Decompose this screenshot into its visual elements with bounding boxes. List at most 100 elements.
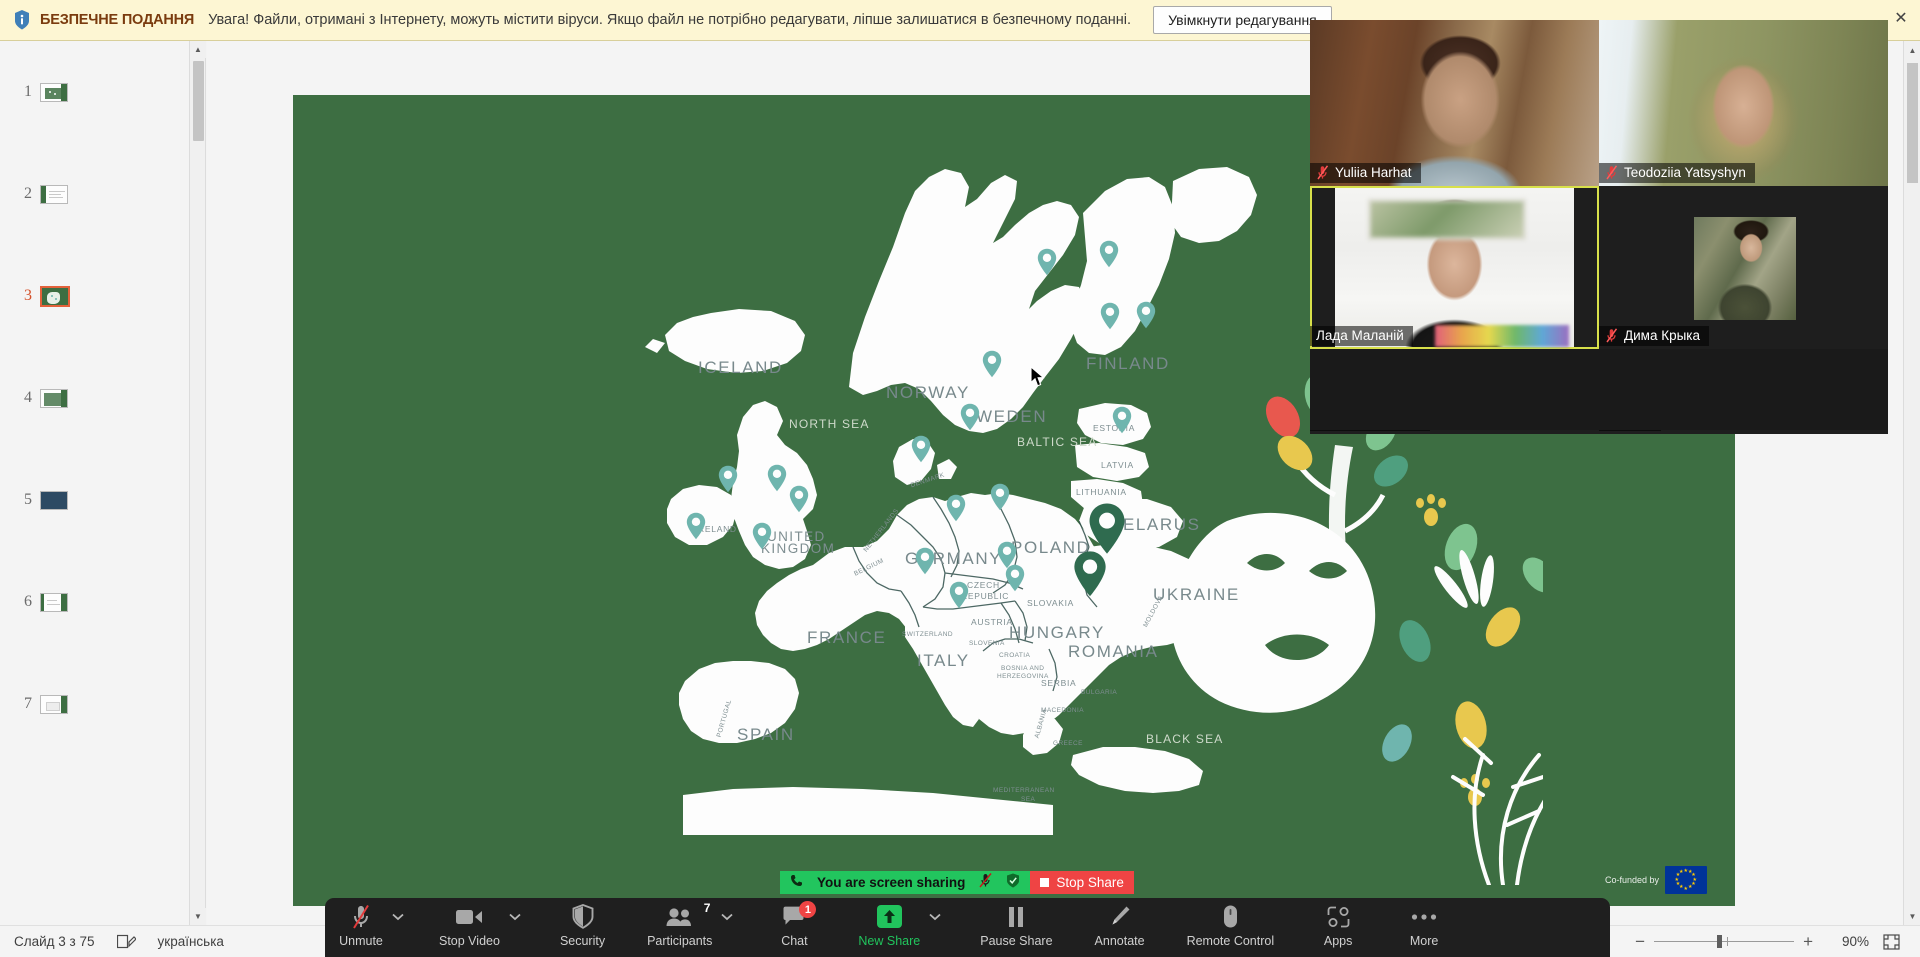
fit-slide-icon[interactable] xyxy=(1879,934,1910,950)
map-location-pin xyxy=(1073,550,1107,603)
thumbnail-number: 7 xyxy=(0,695,32,713)
notes-icon[interactable] xyxy=(117,934,136,949)
participant-name: Дима Крыка xyxy=(1624,328,1700,343)
map-label: GREECE xyxy=(1053,740,1083,747)
chevron-down-icon[interactable] xyxy=(389,903,407,930)
new-share-label: New Share xyxy=(858,934,920,948)
chevron-up-icon[interactable]: ▲ xyxy=(1904,41,1920,59)
thumbnail-slide-3[interactable]: 3 xyxy=(0,245,190,347)
thumbnail-preview xyxy=(40,491,68,510)
participant-name-badge: Лада Маланій xyxy=(1310,326,1413,346)
remote-control-label: Remote Control xyxy=(1187,934,1275,948)
ellipsis-icon xyxy=(1411,903,1437,930)
mic-off-icon[interactable] xyxy=(979,873,992,893)
participant-video-grid[interactable]: Yuliia Harhat Teodoziia Yatsyshyn xyxy=(1310,20,1888,430)
participant-name-badge: Дима Крыка xyxy=(1599,326,1709,346)
map-label: FRANCE xyxy=(807,628,887,648)
new-share-button[interactable]: New Share xyxy=(852,903,926,957)
video-tile-yuliia-harhat[interactable]: Yuliia Harhat xyxy=(1310,20,1599,186)
minus-icon[interactable]: − xyxy=(1635,933,1645,950)
thumbnail-slide-4[interactable]: 4 xyxy=(0,347,190,449)
stop-video-button[interactable]: Stop Video xyxy=(433,903,506,957)
video-group: Stop Video xyxy=(433,903,524,957)
apps-icon xyxy=(1327,903,1350,930)
participants-button[interactable]: 7 Participants xyxy=(641,903,718,957)
thumbnail-slide-6[interactable]: 6 xyxy=(0,551,190,653)
chevron-up-icon[interactable]: ▲ xyxy=(190,41,206,58)
chat-badge: 1 xyxy=(799,901,816,918)
security-button[interactable]: Security xyxy=(554,903,611,957)
unmute-button[interactable]: Unmute xyxy=(333,903,389,957)
plus-icon[interactable]: + xyxy=(1803,933,1813,950)
chevron-down-icon[interactable] xyxy=(926,903,944,930)
thumbnail-slide-2[interactable]: 2 xyxy=(0,143,190,245)
close-icon[interactable]: ✕ xyxy=(1888,5,1914,31)
video-tile-teodoziia-yatsyshyn[interactable]: Teodoziia Yatsyshyn xyxy=(1599,20,1888,186)
mic-off-icon xyxy=(350,903,372,930)
chevron-down-icon[interactable]: ▼ xyxy=(1904,907,1920,925)
map-label: UKRAINE xyxy=(1153,585,1240,605)
map-label: MEDITERRANEAN xyxy=(993,787,1055,794)
map-label: BLACK SEA xyxy=(1146,732,1224,746)
mouse-cursor xyxy=(1030,366,1046,388)
info-icon xyxy=(14,10,30,30)
map-location-pin xyxy=(1099,240,1119,273)
map-label: ROMANIA xyxy=(1068,642,1159,662)
map-location-pin xyxy=(1037,248,1057,281)
stop-video-label: Stop Video xyxy=(439,934,500,948)
video-tile-dyma-kryka[interactable]: Дима Крыка xyxy=(1599,186,1888,349)
mic-off-icon xyxy=(1605,165,1618,180)
more-button[interactable]: More xyxy=(1396,903,1452,957)
thumbnail-slide-7[interactable]: 7 xyxy=(0,653,190,755)
thumbnail-scrollbar[interactable]: ▲ ▼ xyxy=(190,41,206,925)
scrollbar-thumb[interactable] xyxy=(1907,63,1918,183)
zoom-slider-knob[interactable] xyxy=(1717,935,1722,948)
thumbnail-preview xyxy=(40,389,68,408)
annotate-button[interactable]: Annotate xyxy=(1089,903,1151,957)
zoom-slider[interactable]: − + xyxy=(1635,933,1813,950)
zoom-percent[interactable]: 90% xyxy=(1835,934,1869,949)
map-label: FINLAND xyxy=(1086,354,1170,374)
chevron-down-icon[interactable] xyxy=(506,903,524,930)
pause-share-button[interactable]: Pause Share xyxy=(974,903,1058,957)
powerpoint-zoom-screen: БЕЗПЕЧНЕ ПОДАННЯ Увага! Файли, отримані … xyxy=(0,0,1920,957)
eu-star-icon: ★ xyxy=(1684,887,1688,892)
map-location-pin xyxy=(911,435,931,468)
map-location-pin xyxy=(960,403,980,436)
shield-icon xyxy=(572,903,594,930)
eu-star-icon: ★ xyxy=(1679,870,1683,875)
apps-button[interactable]: Apps xyxy=(1310,903,1366,957)
map-label: BULGARIA xyxy=(1081,689,1117,696)
thumbnail-slide-5[interactable]: 5 xyxy=(0,449,190,551)
unmute-label: Unmute xyxy=(339,934,383,948)
thumbnail-preview xyxy=(40,695,68,714)
map-label: SPAIN xyxy=(737,725,795,745)
eu-flag-icon: ★★★★★★★★★★★★ xyxy=(1665,866,1707,894)
map-location-pin xyxy=(990,483,1010,516)
participants-label: Participants xyxy=(647,934,712,948)
chevron-down-icon[interactable] xyxy=(718,903,736,930)
map-label: LITHUANIA xyxy=(1076,487,1127,497)
thumbnail-preview xyxy=(40,593,68,612)
stop-share-button[interactable]: Stop Share xyxy=(1030,871,1134,894)
scrollbar-thumb[interactable] xyxy=(193,61,204,141)
map-label: SWITZERLAND xyxy=(902,631,953,638)
remote-control-button[interactable]: Remote Control xyxy=(1181,903,1281,957)
main-scrollbar[interactable]: ▲ ▼ xyxy=(1903,41,1920,925)
share-status-label: You are screen sharing xyxy=(817,875,965,890)
map-label: KINGDOM xyxy=(761,541,835,556)
video-tile-lada-malanii[interactable]: Лада Маланій xyxy=(1310,186,1599,349)
eu-star-icon: ★ xyxy=(1675,878,1679,883)
language-label[interactable]: українська xyxy=(158,934,224,949)
thumbnail-number: 6 xyxy=(0,593,32,611)
map-location-pin xyxy=(1136,301,1156,334)
enable-editing-button[interactable]: Увімкнути редагування xyxy=(1153,6,1332,34)
map-label: NORWAY xyxy=(886,383,970,403)
thumbnail-slide-1[interactable]: 1 xyxy=(0,41,190,143)
chevron-down-icon[interactable]: ▼ xyxy=(190,908,206,925)
slide-thumbnail-panel[interactable]: 1 2 3 xyxy=(0,41,190,925)
shield-check-icon[interactable] xyxy=(1006,873,1020,893)
thumbnail-number: 4 xyxy=(0,389,32,407)
chat-button[interactable]: 1 Chat xyxy=(766,903,822,957)
participant-name-badge: Yuliia Harhat xyxy=(1310,163,1421,183)
